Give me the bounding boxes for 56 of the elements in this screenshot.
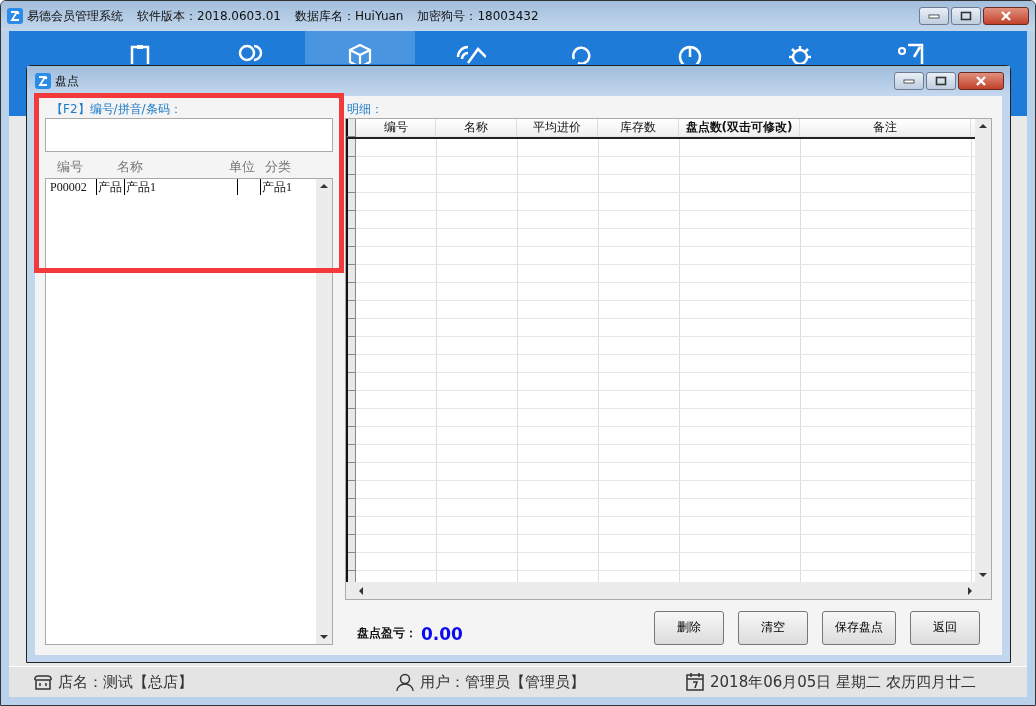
search-label: 【F2】编号/拼音/条码：: [50, 101, 183, 118]
maximize-icon: [960, 11, 972, 21]
search-field[interactable]: [45, 118, 333, 152]
horizontal-scrollbar[interactable]: [346, 582, 991, 599]
row-header-corner: [346, 119, 356, 137]
scroll-down-icon[interactable]: [978, 572, 988, 578]
column-header: 编号: [56, 158, 84, 176]
scroll-up-icon[interactable]: [978, 123, 988, 129]
scroll-down-icon[interactable]: [319, 634, 329, 640]
scroll-left-icon[interactable]: [358, 585, 364, 596]
minimize-button[interactable]: [919, 7, 949, 25]
software-version: 软件版本：2018.0603.01: [137, 7, 281, 25]
column-header: 分类: [265, 158, 291, 176]
column-header: 盘点数(双击可修改): [679, 119, 800, 137]
vertical-scrollbar[interactable]: [975, 119, 991, 582]
maximize-icon: [935, 76, 947, 86]
column-header: 平均进价: [517, 119, 598, 137]
column-header: 单位: [229, 158, 256, 176]
shop-name: 店名：测试【总店】: [58, 672, 193, 692]
detail-label: 明细：: [346, 101, 384, 118]
column-header: 编号: [356, 119, 436, 137]
app-logo-icon: [7, 8, 23, 24]
column-header: 名称: [117, 158, 144, 176]
close-icon: [974, 76, 988, 86]
action-button[interactable]: 清空: [738, 610, 808, 645]
profit-loss-label: 盘点盈亏：: [357, 625, 417, 642]
product-row[interactable]: P00002 产品 产品1 产品1: [46, 179, 316, 195]
calendar-icon: [685, 672, 705, 692]
current-date: 2018年06月05日 星期二 农历四月廿二: [710, 672, 976, 692]
close-button[interactable]: [983, 7, 1029, 25]
maximize-button[interactable]: [926, 72, 956, 90]
shop-icon: [33, 672, 53, 692]
nav-tile[interactable]: [305, 31, 415, 64]
dialog-title: 盘点: [55, 72, 79, 90]
dongle-number: 加密狗号：18003432: [417, 7, 539, 25]
database-name: 数据库名：HuiYuan: [295, 7, 404, 25]
window-title: 易德会员管理系统: [27, 7, 123, 25]
action-button[interactable]: 返回: [910, 610, 980, 645]
action-button[interactable]: 保存盘点: [822, 610, 896, 645]
vertical-scrollbar[interactable]: [316, 179, 332, 644]
column-header: 名称: [436, 119, 517, 137]
scroll-right-icon[interactable]: [967, 585, 973, 596]
user-icon: [395, 672, 415, 692]
user-name: 用户：管理员【管理员】: [420, 672, 585, 692]
scroll-up-icon[interactable]: [319, 183, 329, 189]
profit-loss-value: 0.00: [421, 623, 463, 644]
close-button[interactable]: [958, 72, 1004, 90]
column-header: 库存数: [598, 119, 679, 137]
dialog-logo-icon: [35, 73, 51, 89]
minimize-icon: [903, 78, 915, 84]
maximize-button[interactable]: [951, 7, 981, 25]
minimize-button[interactable]: [894, 72, 924, 90]
column-header: 备注: [800, 119, 971, 137]
minimize-icon: [928, 13, 940, 19]
action-button[interactable]: 删除: [654, 610, 724, 645]
close-icon: [999, 11, 1013, 21]
